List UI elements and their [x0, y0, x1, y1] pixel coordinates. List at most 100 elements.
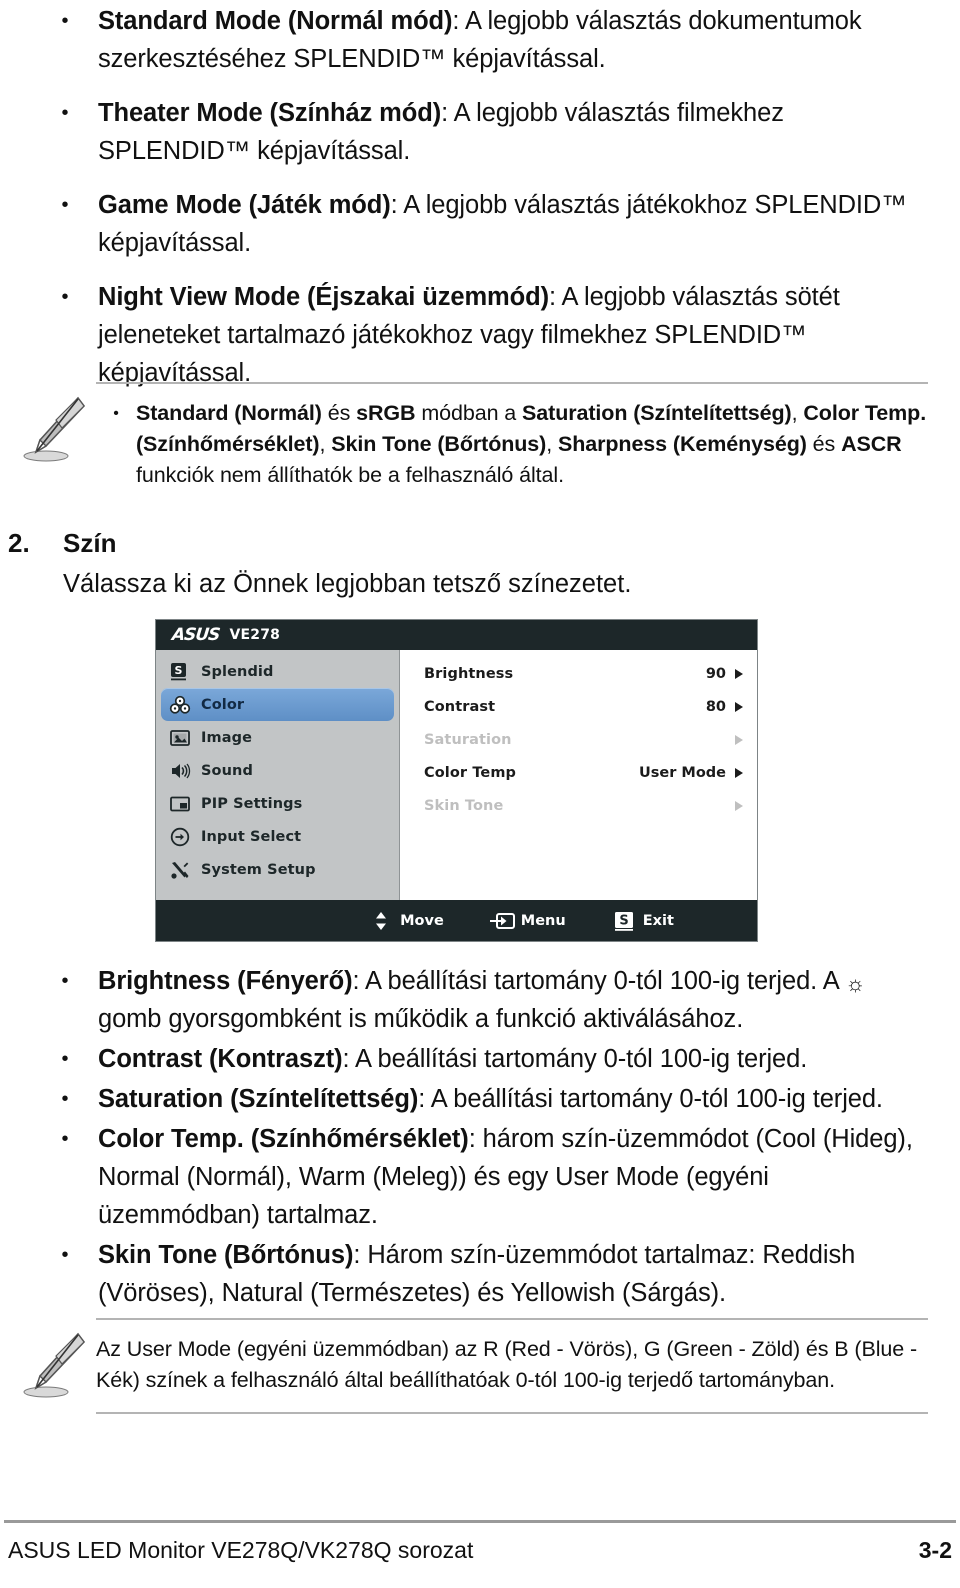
pip-window-icon	[169, 793, 191, 815]
footer-document-title: ASUS LED Monitor VE278Q/VK278Q sorozat	[8, 1537, 474, 1563]
osd-sidebar-item-label: Sound	[201, 762, 253, 779]
bullet-marker: •	[61, 286, 69, 308]
list-item: • Game Mode (Játék mód): A legjobb válasz…	[32, 186, 928, 262]
section-number: 2.	[8, 528, 30, 558]
osd-sidebar-item-input-select[interactable]: Input Select	[161, 820, 394, 853]
osd-footer-label: Menu	[520, 912, 566, 929]
osd-footer-bar: Move Menu S Exit	[156, 900, 757, 941]
bullet-marker: •	[61, 10, 69, 32]
chevron-right-icon	[735, 767, 743, 778]
osd-sidebar-item-label: System Setup	[201, 861, 316, 878]
list-item-text: Game Mode (Játék mód): A legjobb választ…	[98, 191, 907, 257]
osd-sidebar-item-splendid[interactable]: S Splendid	[161, 655, 394, 688]
osd-option-value: 80	[705, 698, 726, 715]
color-palette-icon	[169, 694, 191, 716]
osd-sidebar-item-image[interactable]: Image	[161, 721, 394, 754]
osd-footer-label: Exit	[642, 912, 674, 929]
osd-option-label: Brightness	[424, 665, 514, 682]
footer-row: ASUS LED Monitor VE278Q/VK278Q sorozat 3…	[0, 1537, 960, 1564]
s-button-icon: S	[612, 910, 636, 932]
list-item-text: Skin Tone (Bőrtónus): Három szín-üzemmód…	[98, 1241, 856, 1307]
bullet-marker: •	[61, 1244, 69, 1266]
list-item-text: Contrast (Kontraszt): A beállítási tarto…	[98, 1045, 808, 1073]
bullet-marker: •	[61, 194, 69, 216]
bullet-marker: •	[61, 970, 69, 992]
menu-enter-icon	[489, 910, 515, 932]
osd-option-value: 90	[705, 665, 726, 682]
list-item-text: Saturation (Színtelítettség): A beállítá…	[98, 1085, 883, 1113]
note-body: Az User Mode (egyéni üzemmódban) az R (R…	[96, 1318, 928, 1414]
page-footer: ASUS LED Monitor VE278Q/VK278Q sorozat 3…	[0, 1520, 960, 1564]
list-item: • Saturation (Színtelítettség): A beállít…	[32, 1080, 928, 1118]
osd-footer-label: Move	[400, 912, 444, 929]
section-title: Szín	[63, 528, 117, 558]
osd-footer-menu[interactable]: Menu	[489, 910, 566, 932]
note-box-splendid: • Standard (Normál) és sRGB módban a Sat…	[16, 382, 928, 491]
list-item: • Theater Mode (Színház mód): A legjobb v…	[32, 94, 928, 170]
osd-sidebar-item-sound[interactable]: Sound	[161, 754, 394, 787]
image-picture-icon	[169, 727, 191, 749]
brightness-sun-icon: ☼	[845, 971, 866, 996]
osd-sidebar-item-label: Input Select	[201, 828, 302, 845]
list-item-text: Brightness (Fényerő): A beállítási tarto…	[98, 967, 866, 1033]
osd-footer-move[interactable]: Move	[369, 910, 444, 932]
osd-titlebar: ASUS VE278	[156, 620, 757, 650]
bullet-marker: •	[61, 1128, 69, 1150]
svg-text:S: S	[175, 664, 183, 677]
osd-sidebar-item-color[interactable]: Color	[161, 688, 394, 721]
osd-sidebar-item-pip-settings[interactable]: PIP Settings	[161, 787, 394, 820]
list-item: • Color Temp. (Színhőmérséklet): három sz…	[32, 1120, 928, 1234]
input-arrow-icon	[169, 826, 191, 848]
bullet-marker: •	[61, 1088, 69, 1110]
asus-logo-icon: ASUS	[170, 625, 221, 645]
osd-model-label: VE278	[229, 627, 281, 643]
osd-option-color-temp[interactable]: Color Temp User Mode	[400, 756, 757, 789]
note-box-user-mode: Az User Mode (egyéni üzemmódban) az R (R…	[16, 1318, 928, 1414]
list-item: • Standard Mode (Normál mód): A legjobb v…	[32, 2, 928, 78]
splendid-s-icon: S	[169, 661, 191, 683]
osd-options-panel: Brightness 90 Contrast 80 Saturation Color Te…	[400, 650, 757, 900]
osd-option-label: Skin Tone	[424, 797, 504, 814]
osd-option-label: Saturation	[424, 731, 512, 748]
up-down-arrows-icon	[369, 910, 393, 932]
page-number: 3-2	[918, 1537, 952, 1563]
pencil-note-icon	[16, 390, 88, 466]
osd-option-saturation: Saturation	[400, 723, 757, 756]
chevron-right-icon	[735, 668, 743, 679]
note-bullet-text: Standard (Normál) és sRGB módban a Satur…	[136, 401, 927, 487]
list-item: • Night View Mode (Éjszakai üzemmód): A l…	[32, 278, 928, 392]
color-options-list: • Brightness (Fényerő): A beállítási tart…	[32, 962, 928, 1314]
osd-sidebar: S Splendid Color Image Sound PIP Settings Inpu…	[156, 650, 400, 900]
note-text: Az User Mode (egyéni üzemmódban) az R (R…	[96, 1337, 918, 1392]
osd-sidebar-item-system-setup[interactable]: System Setup	[161, 853, 394, 886]
list-item-text: Night View Mode (Éjszakai üzemmód): A le…	[98, 283, 840, 387]
splendid-modes-list: • Standard Mode (Normál mód): A legjobb v…	[32, 2, 928, 408]
osd-option-label: Color Temp	[424, 764, 517, 781]
list-item-text: Color Temp. (Színhőmérséklet): három szí…	[98, 1125, 913, 1229]
note-body: • Standard (Normál) és sRGB módban a Sat…	[96, 382, 928, 491]
speaker-icon	[169, 760, 191, 782]
svg-text:S: S	[619, 913, 628, 928]
osd-option-contrast[interactable]: Contrast 80	[400, 690, 757, 723]
list-item: • Skin Tone (Bőrtónus): Három szín-üzemmó…	[32, 1236, 928, 1312]
footer-divider	[4, 1520, 956, 1523]
list-item-text: Standard Mode (Normál mód): A legjobb vá…	[98, 7, 862, 73]
section-description: Válassza ki az Önnek legjobban tetsző sz…	[63, 570, 632, 598]
section-heading: 2. Szín	[8, 528, 928, 559]
chevron-right-icon	[735, 800, 743, 811]
osd-option-brightness[interactable]: Brightness 90	[400, 657, 757, 690]
note-bullet: • Standard (Normál) és sRGB módban a Sat…	[96, 398, 928, 491]
osd-sidebar-item-label: Color	[201, 696, 245, 713]
section-color: 2. Szín Válassza ki az Önnek legjobban t…	[8, 528, 928, 603]
pencil-note-icon	[16, 1326, 88, 1402]
osd-option-skin-tone: Skin Tone	[400, 789, 757, 822]
osd-sidebar-item-label: Splendid	[201, 663, 274, 680]
bullet-marker: •	[61, 1048, 69, 1070]
chevron-right-icon	[735, 734, 743, 745]
osd-menu-screenshot: ASUS VE278 S Splendid Color Image Sound PIP S…	[156, 620, 757, 941]
osd-sidebar-item-label: Image	[201, 729, 253, 746]
osd-main: S Splendid Color Image Sound PIP Settings Inpu…	[156, 650, 757, 900]
list-item: • Brightness (Fényerő): A beállítási tart…	[32, 962, 928, 1038]
osd-sidebar-item-label: PIP Settings	[201, 795, 303, 812]
osd-footer-exit[interactable]: S Exit	[612, 910, 674, 932]
